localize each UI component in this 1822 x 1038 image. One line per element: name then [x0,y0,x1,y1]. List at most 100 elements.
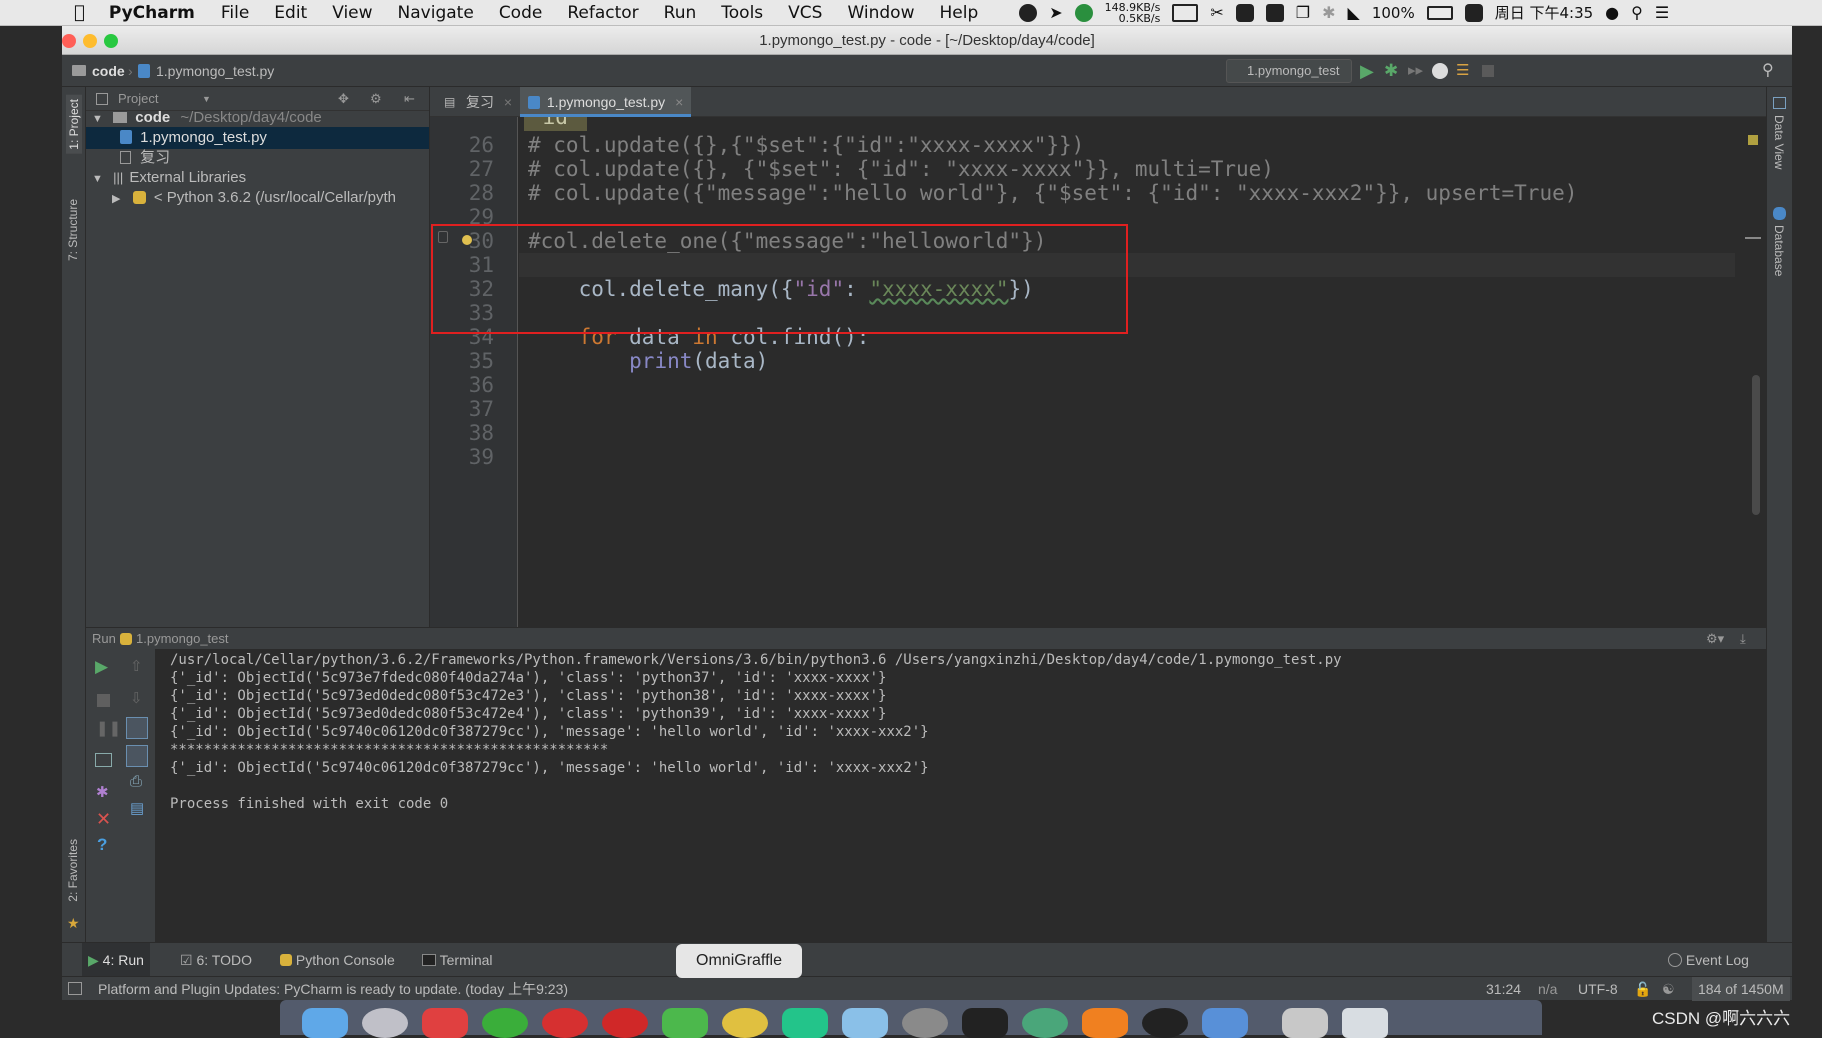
omnigraffle-icon[interactable] [662,1008,708,1038]
menu-edit[interactable]: Edit [274,3,307,23]
print-icon[interactable]: ⎙ [130,773,142,790]
send-icon[interactable]: ➤ [1049,3,1062,22]
tree-python-sdk[interactable]: ▶ < Python 3.6.2 (/usr/local/Cellar/pyth [112,187,396,209]
stack-icon[interactable] [1282,1008,1328,1038]
expand-arrow-icon[interactable]: ▼ [92,113,103,125]
tab-pymongo-test[interactable]: 1.pymongo_test.py × [520,87,692,117]
menu-navigate[interactable]: Navigate [398,3,474,23]
tabs-menu-icon[interactable]: ▤ [444,87,455,117]
editor-scrollbar[interactable] [1752,375,1760,515]
tree-external-libraries[interactable]: ▼ ||| External Libraries [92,167,246,189]
tool-tab-database[interactable]: Database [1772,225,1786,276]
tab-event-log[interactable]: Event Log [1668,943,1749,977]
run-config-select[interactable]: 1.pymongo_test ▼ [1226,59,1352,100]
app-red-icon[interactable] [602,1008,648,1038]
close-window-button[interactable] [62,34,76,48]
menu-vcs[interactable]: VCS [788,3,822,23]
memory-indicator[interactable]: 184 of 1450M [1692,977,1790,1001]
warning-marker[interactable] [1748,135,1758,145]
inspector-icon[interactable]: ☯ [1662,977,1675,1001]
search-everywhere-icon[interactable]: ⚲ [1762,55,1774,87]
collapse-arrow-icon[interactable]: ▶ [112,193,120,205]
tree-file-selected[interactable]: 1.pymongo_test.py [86,127,429,149]
settings-gear-icon[interactable]: ⚙▾ [1706,628,1724,650]
up-arrow-icon[interactable]: ⇧ [130,657,143,675]
spotlight-icon[interactable]: ⚲ [1631,3,1643,22]
run-console[interactable]: /usr/local/Cellar/python/3.6.2/Framework… [156,649,1766,942]
scroll-to-end-icon[interactable] [126,745,148,767]
sync-icon[interactable] [1464,3,1483,22]
breadcrumb-root[interactable]: code [92,55,125,87]
menu-help[interactable]: Help [939,3,978,23]
toggle-tool-windows-icon[interactable] [68,982,82,995]
down-arrow-icon[interactable]: ⇩ [130,689,143,707]
qq-icon[interactable] [1142,1008,1188,1038]
lock-icon[interactable]: 🔓 [1634,977,1651,1001]
stop-icon[interactable] [1482,65,1494,77]
system-preferences-icon[interactable] [902,1008,948,1038]
tab-python-console[interactable]: Python Console [280,943,395,977]
close-tab-icon[interactable]: × [675,94,683,110]
file-encoding[interactable]: UTF-8 [1578,977,1618,1001]
hide-panel-icon[interactable]: ⤓ [1740,628,1746,650]
settings-gear-icon[interactable]: ⚙ [370,87,382,111]
pycharm-icon[interactable] [782,1008,828,1038]
user-icon[interactable]: ● [1605,3,1619,22]
caret-position[interactable]: 31:24 [1486,977,1521,1001]
folder-dock-icon[interactable] [1202,1008,1248,1038]
pin-icon[interactable]: ✱ [96,783,109,801]
menu-run[interactable]: Run [664,3,697,23]
wechat-icon[interactable] [482,1008,528,1038]
netease-music-icon[interactable] [542,1008,588,1038]
minimize-window-button[interactable] [83,34,97,48]
line-separator[interactable]: n/a [1538,977,1557,1001]
code-breadcrumb[interactable]: "id" [524,117,587,131]
window-icon[interactable]: ❐ [1296,3,1310,22]
memory-icon[interactable] [1172,3,1199,22]
menu-refactor[interactable]: Refactor [567,3,638,23]
tool-tab-structure[interactable]: 7: Structure [66,199,80,261]
coverage-icon[interactable]: ▸▸ [1408,55,1423,87]
layout-icon[interactable] [95,753,112,767]
upload-icon[interactable] [1074,3,1093,22]
close-tab-icon[interactable]: × [504,94,512,110]
bluetooth-icon[interactable]: ✱ [1322,3,1335,22]
run-icon[interactable]: ▶ [1360,55,1374,87]
atom-icon[interactable] [1022,1008,1068,1038]
finder-icon[interactable] [302,1008,348,1038]
tab-run[interactable]: ▶ 4: Run [82,943,150,977]
trash-icon[interactable]: ▤ [130,799,144,817]
preview-icon[interactable] [842,1008,888,1038]
menu-app-name[interactable]: PyCharm [109,3,195,23]
wifi-icon[interactable]: ◣ [1348,3,1360,22]
menu-tools[interactable]: Tools [721,3,763,23]
rerun-icon[interactable]: ▶ [95,657,108,677]
vlc-icon[interactable] [1082,1008,1128,1038]
close-icon[interactable]: ✕ [96,809,111,830]
tab-terminal[interactable]: Terminal [422,943,493,977]
help-icon[interactable]: ? [97,835,107,855]
chrome-icon[interactable] [722,1008,768,1038]
scroll-from-source-icon[interactable]: ✥ [338,87,349,111]
tree-root[interactable]: ▼ code ~/Desktop/day4/code [92,107,322,129]
tree-file-review[interactable]: 复习 [120,147,170,169]
breadcrumb-file[interactable]: 1.pymongo_test.py [156,55,274,87]
tool-tab-favorites[interactable]: 2: Favorites [66,839,80,902]
launchpad-icon[interactable] [362,1008,408,1038]
hide-panel-icon[interactable]: ⇤ [404,87,415,111]
debug-icon[interactable]: ✱ [1384,55,1398,87]
profile-icon[interactable] [1432,63,1448,79]
scissors-icon[interactable]: ✂ [1210,3,1223,22]
pause-icon[interactable]: ❚❚ [96,719,121,737]
input-method-icon[interactable] [1265,3,1284,22]
soft-wrap-icon[interactable] [126,717,148,739]
menu-file[interactable]: File [221,3,249,23]
tool-tab-project[interactable]: 1: Project [66,95,82,154]
expand-arrow-icon[interactable]: ▼ [92,173,103,185]
build-icon[interactable]: ☰ [1456,55,1469,87]
menu-code[interactable]: Code [499,3,543,23]
tab-review[interactable]: 复习 × [458,87,520,117]
xmind-icon[interactable] [422,1008,468,1038]
mic-icon[interactable] [1235,3,1254,22]
menu-view[interactable]: View [332,3,372,23]
